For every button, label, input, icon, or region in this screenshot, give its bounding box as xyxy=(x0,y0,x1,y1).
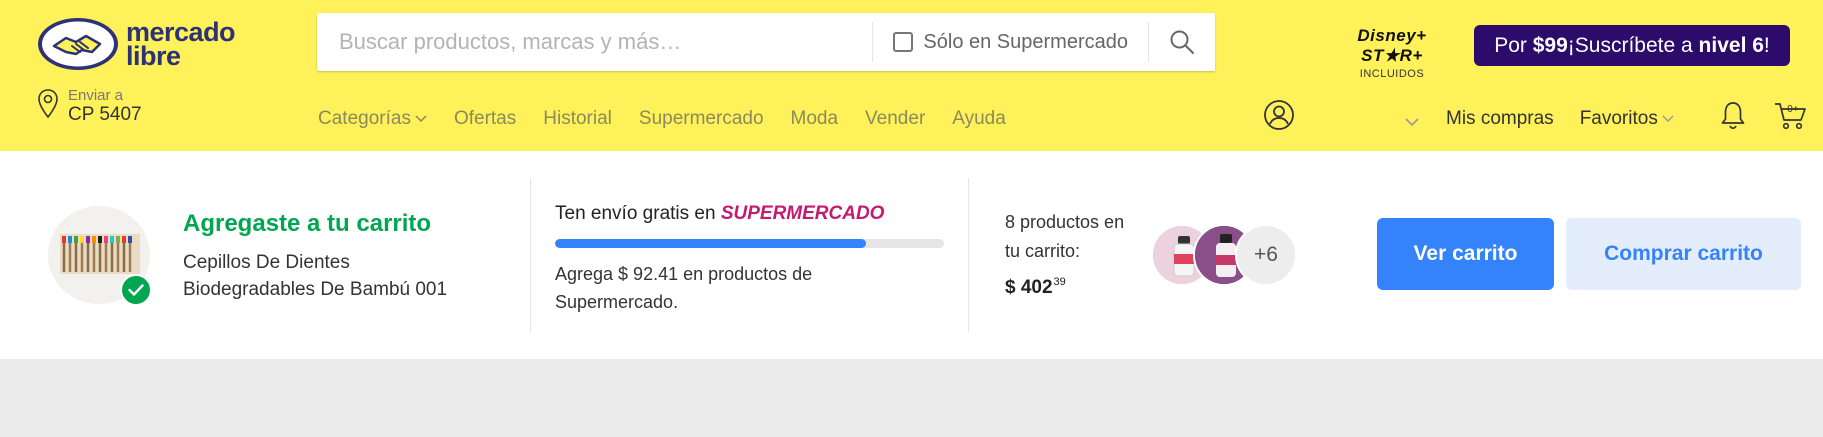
location-pin-icon xyxy=(38,89,58,119)
mercadolibre-logo[interactable]: mercado libre xyxy=(36,14,246,74)
more-products-count[interactable]: +6 xyxy=(1235,224,1297,286)
promo-level: nivel 6 xyxy=(1698,33,1764,57)
chevron-down-icon xyxy=(415,115,427,123)
free-shipping-progress xyxy=(555,239,944,248)
disney-included-label: INCLUIDOS xyxy=(1359,68,1425,80)
nav-help[interactable]: Ayuda xyxy=(952,108,1006,130)
notifications-button[interactable] xyxy=(1720,100,1746,135)
free-shipping-brand: SUPERMERCADO xyxy=(720,203,885,224)
search-input[interactable] xyxy=(317,13,873,71)
buy-cart-button[interactable]: Comprar carrito xyxy=(1566,218,1801,290)
supermarket-only-label: Sólo en Supermercado xyxy=(923,30,1128,53)
panel-divider xyxy=(968,178,969,332)
free-shipping-progress-fill xyxy=(555,239,867,248)
nav-favorites[interactable]: Favoritos xyxy=(1580,108,1674,130)
nav-supermarket[interactable]: Supermercado xyxy=(639,108,764,130)
promo-middle: ¡Suscríbete a xyxy=(1567,33,1693,57)
nav-favorites-label: Favoritos xyxy=(1579,108,1658,129)
bell-icon xyxy=(1721,102,1745,130)
supermarket-checkbox[interactable] xyxy=(893,32,914,52)
site-header: mercado libre Sólo en Supermercado Disne… xyxy=(0,0,1823,151)
handshake-logo-icon xyxy=(36,16,120,72)
location-value: CP 5407 xyxy=(68,104,142,125)
cart-count-badge: 0+ xyxy=(1787,104,1799,115)
logo-text-line2: libre xyxy=(126,41,181,71)
chevron-down-icon xyxy=(1405,118,1419,127)
cart-total: $ 40239 xyxy=(1005,276,1066,299)
logo-wordmark: mercado libre xyxy=(126,19,236,71)
user-menu-toggle[interactable] xyxy=(1405,114,1419,132)
cart-item-count: 8 productos en tu carrito: xyxy=(1005,212,1125,261)
added-check-badge xyxy=(120,274,152,306)
nav-categories[interactable]: Categorías xyxy=(318,108,427,130)
supermarket-only-toggle[interactable]: Sólo en Supermercado xyxy=(873,13,1148,71)
promo-suffix: ! xyxy=(1763,33,1770,57)
search-icon xyxy=(1170,30,1194,54)
nav-fashion[interactable]: Moda xyxy=(791,108,839,130)
user-icon xyxy=(1264,100,1294,130)
panel-divider xyxy=(530,178,531,332)
free-shipping-title-prefix: Ten envío gratis en xyxy=(555,203,721,224)
cart-total-cents: 39 xyxy=(1053,276,1066,288)
view-cart-button[interactable]: Ver carrito xyxy=(1377,218,1554,290)
free-shipping-description: Agrega $ 92.41 en productos de Supermerc… xyxy=(555,264,813,312)
search-button[interactable] xyxy=(1149,13,1215,71)
promo-price: $99 xyxy=(1532,33,1568,57)
nav-my-purchases[interactable]: Mis compras xyxy=(1446,108,1554,130)
main-nav: Categorías Ofertas Historial Supermercad… xyxy=(318,108,1033,130)
account-nav: Mis compras Favoritos xyxy=(1446,108,1700,130)
nav-categories-label: Categorías xyxy=(318,108,411,129)
shipping-location[interactable]: Enviar a CP 5407 xyxy=(36,88,142,126)
checkmark-icon xyxy=(128,284,144,296)
added-to-cart-title: Agregaste a tu carrito xyxy=(183,210,432,237)
cart-button[interactable]: 0+ xyxy=(1774,100,1808,137)
added-product-name[interactable]: Cepillos De Dientes Biodegradables De Ba… xyxy=(183,249,483,303)
disney-star-logos: Disney+ ST★R+ xyxy=(1357,26,1427,65)
nav-offers[interactable]: Ofertas xyxy=(454,108,516,130)
cart-total-main: $ 402 xyxy=(1005,277,1053,298)
promo-prefix: Por xyxy=(1494,33,1527,57)
user-account-button[interactable] xyxy=(1263,99,1295,131)
meli-plus-promo-banner[interactable]: Por $99 ¡Suscríbete a nivel 6! xyxy=(1474,25,1790,66)
location-label: Enviar a xyxy=(68,87,124,104)
nav-sell[interactable]: Vender xyxy=(865,108,925,130)
cart-icon: 0+ xyxy=(1775,103,1806,130)
disney-star-banner[interactable]: Disney+ ST★R+ INCLUIDOS xyxy=(1327,26,1457,80)
nav-history[interactable]: Historial xyxy=(543,108,612,130)
search-bar: Sólo en Supermercado xyxy=(317,13,1215,71)
chevron-down-icon xyxy=(1662,115,1674,123)
free-shipping-title: Ten envío gratis en SUPERMERCADO xyxy=(555,203,884,225)
